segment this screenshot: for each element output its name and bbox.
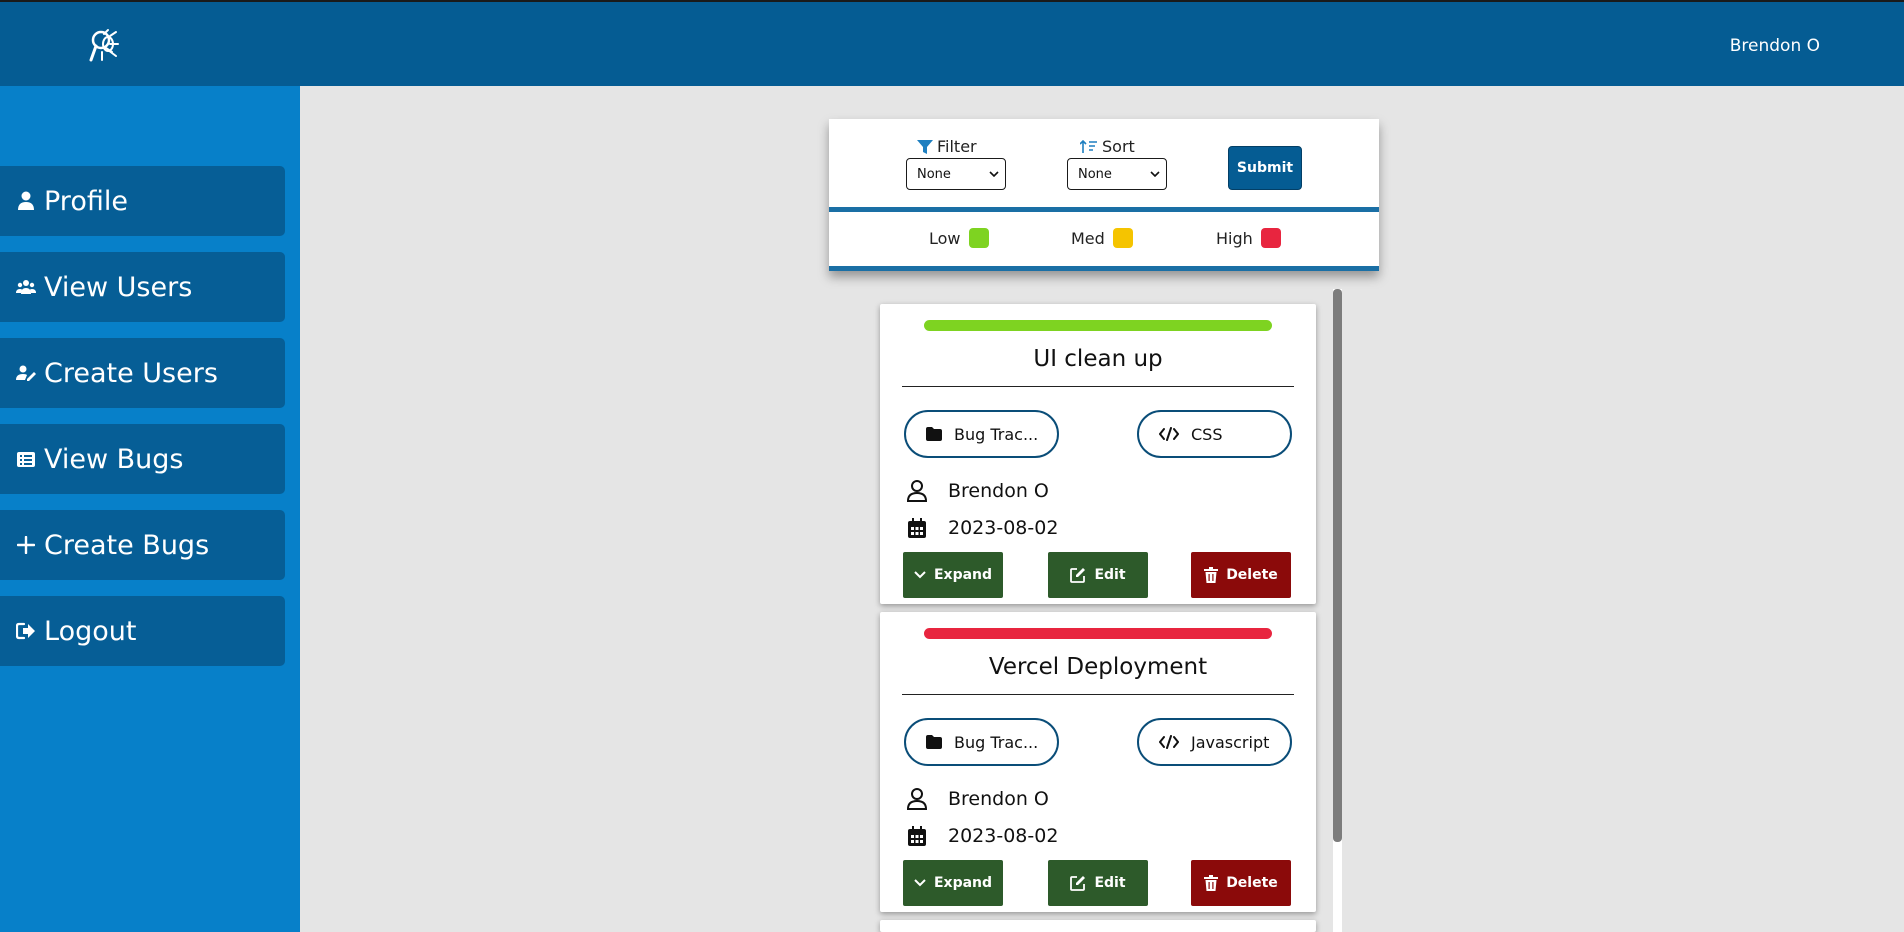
scrollbar-thumb[interactable] — [1333, 289, 1342, 842]
calendar-icon — [906, 825, 928, 847]
calendar-icon — [906, 517, 928, 539]
chevron-down-icon — [914, 571, 926, 579]
folder-icon — [926, 427, 942, 441]
bug-card: UI clean up Bug Trac... CSS Brendon O 20… — [880, 304, 1316, 604]
assignee-row: Brendon O — [906, 788, 1049, 810]
language-pill[interactable]: Javascript — [1137, 718, 1292, 766]
bug-card: Vercel Deployment Bug Trac... Javascript… — [880, 612, 1316, 912]
sidebar-item-profile[interactable]: Profile — [0, 166, 285, 236]
code-icon — [1159, 427, 1179, 441]
panel-divider — [829, 207, 1379, 212]
panel-bottom-border — [829, 266, 1379, 271]
delete-button[interactable]: Delete — [1191, 860, 1291, 906]
edit-button[interactable]: Edit — [1048, 552, 1148, 598]
sidebar-item-view-bugs[interactable]: View Bugs — [0, 424, 285, 494]
sidebar-item-view-users[interactable]: View Users — [0, 252, 285, 322]
legend-med: Med — [1071, 228, 1133, 248]
delete-button[interactable]: Delete — [1191, 552, 1291, 598]
language-pill[interactable]: CSS — [1137, 410, 1292, 458]
sidebar-item-label: View Bugs — [44, 443, 184, 475]
user-icon — [906, 788, 928, 810]
card-divider — [902, 694, 1294, 695]
bug-title: Vercel Deployment — [988, 654, 1208, 680]
submit-button[interactable]: Submit — [1228, 146, 1302, 190]
priority-bar — [924, 320, 1272, 331]
project-pill[interactable]: Bug Trac... — [904, 410, 1059, 458]
legend-high: High — [1216, 228, 1281, 248]
sidebar-item-create-bugs[interactable]: Create Bugs — [0, 510, 285, 580]
high-priority-swatch — [1260, 228, 1281, 248]
sidebar-item-label: Logout — [44, 615, 137, 647]
sidebar-item-label: Create Bugs — [44, 529, 210, 561]
edit-button[interactable]: Edit — [1048, 860, 1148, 906]
sidebar-item-label: Create Users — [44, 357, 218, 389]
trash-icon — [1204, 567, 1219, 583]
card-divider — [902, 386, 1294, 387]
legend-low: Low — [929, 228, 989, 248]
bug-logo-icon[interactable] — [86, 26, 126, 66]
priority-bar — [924, 628, 1272, 639]
expand-button[interactable]: Expand — [903, 860, 1003, 906]
filter-select[interactable]: None — [906, 158, 1006, 190]
edit-icon — [1070, 876, 1086, 891]
user-icon — [16, 191, 36, 211]
project-pill[interactable]: Bug Trac... — [904, 718, 1059, 766]
assignee-row: Brendon O — [906, 480, 1049, 502]
folder-icon — [926, 735, 942, 749]
sort-icon — [1080, 139, 1097, 153]
bug-title: UI clean up — [1033, 346, 1163, 372]
chevron-down-icon — [989, 171, 999, 177]
sidebar-item-label: View Users — [44, 271, 193, 303]
filter-label: Filter — [917, 137, 977, 156]
trash-icon — [1204, 875, 1219, 891]
med-priority-swatch — [1112, 228, 1133, 248]
header-user-name[interactable]: Brendon O — [1730, 36, 1820, 56]
list-icon — [16, 449, 36, 469]
sidebar-item-logout[interactable]: Logout — [0, 596, 285, 666]
code-icon — [1159, 735, 1179, 749]
bug-card — [880, 920, 1316, 932]
chevron-down-icon — [1150, 171, 1160, 177]
plus-icon — [16, 535, 36, 555]
user-icon — [906, 480, 928, 502]
expand-button[interactable]: Expand — [903, 552, 1003, 598]
date-row: 2023-08-02 — [906, 517, 1058, 539]
sort-select[interactable]: None — [1067, 158, 1167, 190]
sort-label: Sort — [1080, 137, 1135, 156]
edit-icon — [1070, 568, 1086, 583]
sidebar-item-label: Profile — [44, 185, 128, 217]
chevron-down-icon — [914, 879, 926, 887]
user-edit-icon — [16, 363, 36, 383]
low-priority-swatch — [968, 228, 989, 248]
users-icon — [16, 277, 36, 297]
filter-sort-panel: Filter None Sort None Submit Low Med Hig… — [829, 119, 1379, 271]
filter-icon — [917, 139, 933, 154]
sidebar: Profile View Users Create Users View Bug… — [0, 86, 300, 932]
logout-icon — [16, 621, 36, 641]
sidebar-item-create-users[interactable]: Create Users — [0, 338, 285, 408]
date-row: 2023-08-02 — [906, 825, 1058, 847]
top-bar: Brendon O — [0, 0, 1904, 86]
